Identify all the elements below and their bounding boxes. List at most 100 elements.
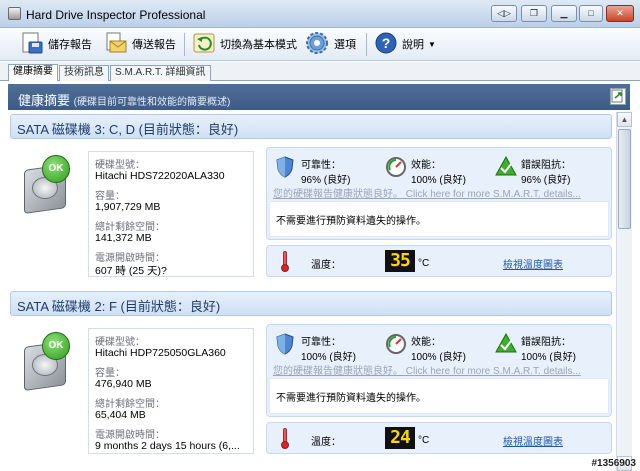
reliability-label: 可靠性： <box>301 337 341 348</box>
summary-title: 健康摘要 <box>18 93 71 108</box>
performance-value: 100% (良好) <box>411 175 467 186</box>
action-box: 不需要進行預防資料遺失的操作。 <box>269 378 609 414</box>
disk-list[interactable]: SATA 磁碟機 3: C, D (目前狀態：良好) OK 硬碟型號： Hita… <box>8 111 614 471</box>
shield-icon <box>275 333 295 358</box>
navigation-icon[interactable]: ◁▷ <box>491 5 517 22</box>
error-resistance-metric: 錯誤阻抗： 100% (良好) <box>495 331 605 365</box>
ok-badge: OK <box>42 332 70 360</box>
export-icon[interactable] <box>610 88 626 105</box>
vertical-scrollbar[interactable]: ▲ ▼ <box>616 112 632 471</box>
disk-info-box: 硬碟型號： Hitachi HDS722020ALA330 容量： 1,907,… <box>88 151 254 277</box>
tab-smart-details[interactable]: S.M.A.R.T. 詳細資訊 <box>110 65 211 81</box>
power-on-value: 9 months 2 days 15 hours (6,... <box>95 440 240 452</box>
action-text: 不需要進行預防資料遺失的操作。 <box>276 393 426 404</box>
disk-title: SATA 磁碟機 3: C, D (目前狀態：良好) <box>17 122 239 137</box>
temperature-display: 24 <box>385 427 415 449</box>
scroll-up-arrow-icon[interactable]: ▲ <box>617 112 632 127</box>
refresh-icon <box>192 31 216 58</box>
gauge-icon <box>385 156 407 181</box>
temperature-panel: 溫度： 35 °C 檢視溫度圖表 <box>266 245 612 277</box>
reliability-metric: 可靠性： 96% (良好) <box>275 154 385 188</box>
power-on-value: 607 時 (25 天)? <box>95 265 167 277</box>
summary-header-text: 健康摘要 (硬碟目前可靠性和效能的簡要概述) <box>18 90 230 109</box>
free-space-value: 65,404 MB <box>95 409 146 421</box>
smart-details-link[interactable]: 您的硬碟報告健康狀態良好。 Click here for more S.M.A.… <box>273 185 581 200</box>
temperature-label: 溫度： <box>311 260 341 271</box>
free-space-label: 總計剩餘空間： <box>95 399 165 410</box>
restore-view-icon[interactable]: ❐ <box>521 5 547 22</box>
free-space-label: 總計剩餘空間： <box>95 222 165 233</box>
options-label: 選項 <box>334 39 356 51</box>
smart-details-link[interactable]: 您的硬碟報告健康狀態良好。 Click here for more S.M.A.… <box>273 362 581 377</box>
disk-card: SATA 磁碟機 3: C, D (目前狀態：良好) OK 硬碟型號： Hita… <box>8 111 614 281</box>
free-space-value: 141,372 MB <box>95 232 152 244</box>
error-resistance-label: 錯誤阻抗： <box>521 337 571 348</box>
scrollbar-thumb[interactable] <box>618 129 631 229</box>
reliability-label: 可靠性： <box>301 160 341 171</box>
content-area: 健康摘要 (硬碟目前可靠性和效能的簡要概述) SATA 磁碟機 3: C, D … <box>0 81 640 471</box>
save-report-button[interactable]: 儲存報告 <box>20 31 92 57</box>
action-text: 不需要進行預防資料遺失的操作。 <box>276 216 426 227</box>
help-label: 說明 <box>402 39 424 51</box>
shield-icon <box>275 156 295 181</box>
action-box: 不需要進行預防資料遺失的操作。 <box>269 201 609 237</box>
title-bar: Hard Drive Inspector Professional ◁▷ ❐ ▁… <box>0 0 640 28</box>
close-button[interactable]: ✕ <box>606 5 634 22</box>
tab-strip: 健康摘要 技術訊息 S.M.A.R.T. 詳細資訊 <box>0 62 640 82</box>
temperature-display: 35 <box>385 250 415 272</box>
tab-technical-info[interactable]: 技術訊息 <box>59 65 109 81</box>
error-resistance-value: 100% (良好) <box>521 352 577 363</box>
checkmark-triangle-icon <box>495 332 517 356</box>
svg-text:?: ? <box>382 35 391 51</box>
disk-title: SATA 磁碟機 2: F (目前狀態：良好) <box>17 299 221 314</box>
performance-label: 效能： <box>411 337 441 348</box>
window-title: Hard Drive Inspector Professional <box>26 8 206 22</box>
dropdown-arrow-icon: ▼ <box>428 39 436 49</box>
performance-value: 100% (良好) <box>411 352 467 363</box>
switch-basic-mode-button[interactable]: 切換為基本模式 <box>192 31 297 57</box>
model-label: 硬碟型號： <box>95 337 145 348</box>
toolbar: 儲存報告 傳送報告 切換為基本模式 選項 ? 說明 ▼ <box>0 28 640 61</box>
gauge-icon <box>385 333 407 358</box>
toolbar-separator <box>366 33 367 56</box>
maximize-button[interactable]: □ <box>579 5 603 22</box>
ok-badge: OK <box>42 155 70 183</box>
disk-info-box: 硬碟型號： Hitachi HDP725050GLA360 容量： 476,94… <box>88 328 254 454</box>
help-icon: ? <box>374 31 398 58</box>
switch-mode-label: 切換為基本模式 <box>220 39 297 51</box>
performance-label: 效能： <box>411 160 441 171</box>
error-resistance-label: 錯誤阻抗： <box>521 160 571 171</box>
capacity-value: 1,907,729 MB <box>95 201 161 213</box>
reliability-metric: 可靠性： 100% (良好) <box>275 331 385 365</box>
capacity-value: 476,940 MB <box>95 378 152 390</box>
tab-health-summary[interactable]: 健康摘要 <box>8 64 58 82</box>
temperature-history-link[interactable]: 檢視溫度圖表 <box>503 433 563 448</box>
error-resistance-value: 96% (良好) <box>521 175 571 186</box>
disk-card: SATA 磁碟機 2: F (目前狀態：良好) OK 硬碟型號： Hitachi… <box>8 288 614 458</box>
summary-header: 健康摘要 (硬碟目前可靠性和效能的簡要概述) <box>8 84 630 110</box>
power-on-label: 電源開啟時間： <box>95 430 165 441</box>
model-label: 硬碟型號： <box>95 160 145 171</box>
capacity-label: 容量： <box>95 368 125 379</box>
minimize-button[interactable]: ▁ <box>551 5 577 22</box>
temperature-label: 溫度： <box>311 437 341 448</box>
power-on-label: 電源開啟時間： <box>95 253 165 264</box>
error-resistance-metric: 錯誤阻抗： 96% (良好) <box>495 154 605 188</box>
temperature-unit: °C <box>418 258 430 269</box>
summary-subtitle: (硬碟目前可靠性和效能的簡要概述) <box>73 97 231 108</box>
send-report-button[interactable]: 傳送報告 <box>104 31 176 57</box>
options-button[interactable]: 選項 <box>304 31 356 57</box>
performance-metric: 效能： 100% (良好) <box>385 154 495 188</box>
model-value: Hitachi HDP725050GLA360 <box>95 347 226 359</box>
watermark: #1356903 <box>591 458 637 469</box>
thermometer-icon <box>281 428 289 450</box>
hard-drive-icon: OK <box>20 332 72 391</box>
send-report-label: 傳送報告 <box>132 39 176 51</box>
thermometer-icon <box>281 251 289 273</box>
model-value: Hitachi HDS722020ALA330 <box>95 170 225 182</box>
save-report-label: 儲存報告 <box>48 39 92 51</box>
help-button[interactable]: ? 說明 ▼ <box>374 31 436 57</box>
envelope-icon <box>104 31 128 58</box>
app-icon <box>8 7 21 20</box>
temperature-history-link[interactable]: 檢視溫度圖表 <box>503 256 563 271</box>
